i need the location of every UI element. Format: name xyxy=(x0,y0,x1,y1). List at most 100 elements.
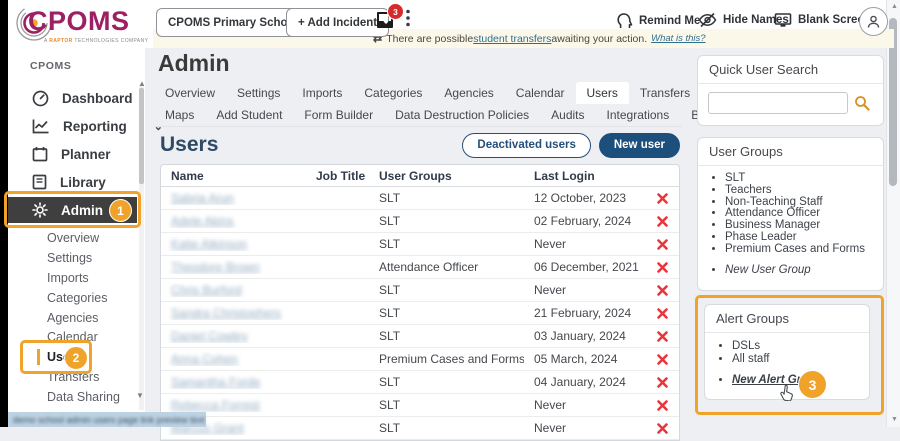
user-groups-cell: SLT xyxy=(369,329,524,343)
sidebar-item-planner[interactable]: Planner xyxy=(8,140,137,168)
sidebar-scroll-down-icon[interactable]: ▼ xyxy=(136,392,144,399)
logo-tagline: A RAPTOR TECHNOLOGIES COMPANY xyxy=(44,38,148,44)
tab-maps[interactable]: Maps xyxy=(154,104,205,126)
sidebar-nav: CPOMS Dashboard Reporting ⌄ Planner Libr… xyxy=(8,48,145,427)
user-name-link[interactable]: Katie Atkinson xyxy=(171,237,247,251)
what-is-this-link[interactable]: What is this? xyxy=(651,33,705,44)
search-icon[interactable] xyxy=(854,95,870,111)
alert-group-item[interactable]: DSLs xyxy=(732,340,869,353)
tab-audits[interactable]: Audits xyxy=(540,104,595,126)
tab-agencies[interactable]: Agencies xyxy=(433,82,504,104)
new-user-button[interactable]: New user xyxy=(599,133,680,158)
sidebar-item-reporting[interactable]: Reporting ⌄ xyxy=(8,112,137,140)
sidebar-item-admin-settings[interactable]: Settings xyxy=(47,251,92,265)
delete-x-icon xyxy=(657,354,668,365)
column-header-user-groups[interactable]: User Groups xyxy=(369,169,524,183)
user-name-link[interactable]: Daniel Cowley xyxy=(171,329,248,343)
user-groups-cell: Attendance Officer xyxy=(369,260,524,274)
delete-x-icon xyxy=(657,400,668,411)
user-name-link[interactable]: Rebecca Forrest xyxy=(171,398,260,412)
tabs-divider xyxy=(154,126,682,127)
user-name-link[interactable]: Theodore Brown xyxy=(171,260,260,274)
top-bar: ⇄ There are possible student transfers a… xyxy=(8,0,886,48)
user-name-link[interactable]: Adele Akins xyxy=(171,214,234,228)
tab-add-student[interactable]: Add Student xyxy=(205,104,293,126)
delete-user-button[interactable] xyxy=(644,423,681,434)
tab-data-destruction-policies[interactable]: Data Destruction Policies xyxy=(384,104,540,126)
delete-user-button[interactable] xyxy=(644,400,681,411)
tab-form-builder[interactable]: Form Builder xyxy=(293,104,384,126)
delete-user-button[interactable] xyxy=(644,216,681,227)
user-name-link[interactable]: Anna Cohen xyxy=(171,352,238,366)
sidebar-item-admin-agencies[interactable]: Agencies xyxy=(47,311,98,325)
user-groups-cell: SLT xyxy=(369,421,524,435)
user-groups-cell: SLT xyxy=(369,214,524,228)
user-group-item[interactable]: Premium Cases and Forms xyxy=(725,244,883,256)
remind-me-button[interactable]: Remind Me xyxy=(617,12,700,30)
delete-user-button[interactable] xyxy=(644,239,681,250)
quick-user-search-input[interactable] xyxy=(708,92,848,114)
delete-user-button[interactable] xyxy=(644,285,681,296)
user-group-item[interactable]: Teachers xyxy=(725,185,883,197)
delete-user-button[interactable] xyxy=(644,193,681,204)
delete-user-button[interactable] xyxy=(644,354,681,365)
sidebar-item-admin-categories[interactable]: Categories xyxy=(47,291,107,305)
delete-user-button[interactable] xyxy=(644,331,681,342)
user-avatar-menu[interactable] xyxy=(859,7,888,36)
user-groups-panel: User Groups SLT Teachers Non-Teaching St… xyxy=(697,137,884,291)
eye-slash-icon xyxy=(698,12,717,28)
column-header-job-title[interactable]: Job Title xyxy=(306,169,369,183)
new-user-group-link[interactable]: New User Group xyxy=(725,264,811,276)
delete-x-icon xyxy=(657,308,668,319)
delete-user-button[interactable] xyxy=(644,308,681,319)
person-icon xyxy=(866,14,881,29)
tab-users[interactable]: Users xyxy=(576,82,629,104)
delete-x-icon xyxy=(657,377,668,388)
delete-x-icon xyxy=(657,285,668,296)
delete-user-button[interactable] xyxy=(644,377,681,388)
delete-user-button[interactable] xyxy=(644,262,681,273)
tab-integrations[interactable]: Integrations xyxy=(596,104,681,126)
tab-settings[interactable]: Settings xyxy=(226,82,291,104)
tab-overview[interactable]: Overview xyxy=(154,82,226,104)
column-header-last-login[interactable]: Last Login xyxy=(524,169,644,183)
deactivated-users-button[interactable]: Deactivated users xyxy=(462,133,590,158)
cpoms-logo[interactable]: CPOMS A RAPTOR TECHNOLOGIES COMPANY xyxy=(14,2,146,48)
quick-user-search-panel: Quick User Search xyxy=(697,55,884,126)
alert-group-item[interactable]: All staff xyxy=(732,353,869,366)
reporting-chart-icon xyxy=(32,118,50,134)
user-name-link[interactable]: Sabria Arun xyxy=(171,191,234,205)
gear-icon xyxy=(32,202,48,218)
sidebar-item-admin-imports[interactable]: Imports xyxy=(47,271,89,285)
last-login-cell: 21 February, 2024 xyxy=(524,306,644,320)
quick-user-search-title: Quick User Search xyxy=(698,56,883,84)
sidebar-item-admin-data-sharing[interactable]: Data Sharing xyxy=(47,390,120,404)
scroll-up-icon[interactable]: ▲ xyxy=(891,3,898,10)
screen-edge xyxy=(0,0,8,427)
tab-transfers[interactable]: Transfers xyxy=(629,82,701,104)
scroll-down-icon[interactable]: ▼ xyxy=(891,416,898,423)
user-name-link[interactable]: Samantha Forde xyxy=(171,375,260,389)
sidebar-scrollbar-thumb[interactable] xyxy=(139,88,144,184)
sidebar-item-dashboard[interactable]: Dashboard xyxy=(8,84,137,112)
sidebar-item-admin-calendar[interactable]: Calendar xyxy=(47,330,98,344)
tab-imports[interactable]: Imports xyxy=(291,82,353,104)
table-row: Chris Burford SLT Never xyxy=(161,279,679,302)
blank-screen-button[interactable]: Blank Screen xyxy=(774,12,871,28)
banner-text-2: awaiting your action. xyxy=(551,33,647,45)
sidebar-scroll-up-icon[interactable]: ▲ xyxy=(138,80,146,87)
sidebar-item-admin-overview[interactable]: Overview xyxy=(47,231,99,245)
user-groups-title: User Groups xyxy=(698,138,883,166)
user-name-link[interactable]: Chris Burford xyxy=(171,283,242,297)
table-row: Theodore Brown Attendance Officer 06 Dec… xyxy=(161,256,679,279)
tab-calendar[interactable]: Calendar xyxy=(505,82,576,104)
column-header-name[interactable]: Name xyxy=(161,169,306,183)
more-options-menu-icon[interactable] xyxy=(406,9,410,32)
delete-x-icon xyxy=(657,193,668,204)
user-group-item[interactable]: Phase Leader xyxy=(725,232,883,244)
sidebar-item-library[interactable]: Library xyxy=(8,168,137,196)
sidebar-item-admin-transfers[interactable]: Transfers xyxy=(47,370,99,384)
tab-categories[interactable]: Categories xyxy=(353,82,433,104)
student-transfers-link[interactable]: student transfers xyxy=(473,33,551,45)
user-name-link[interactable]: Sandra Christophers xyxy=(171,306,281,320)
